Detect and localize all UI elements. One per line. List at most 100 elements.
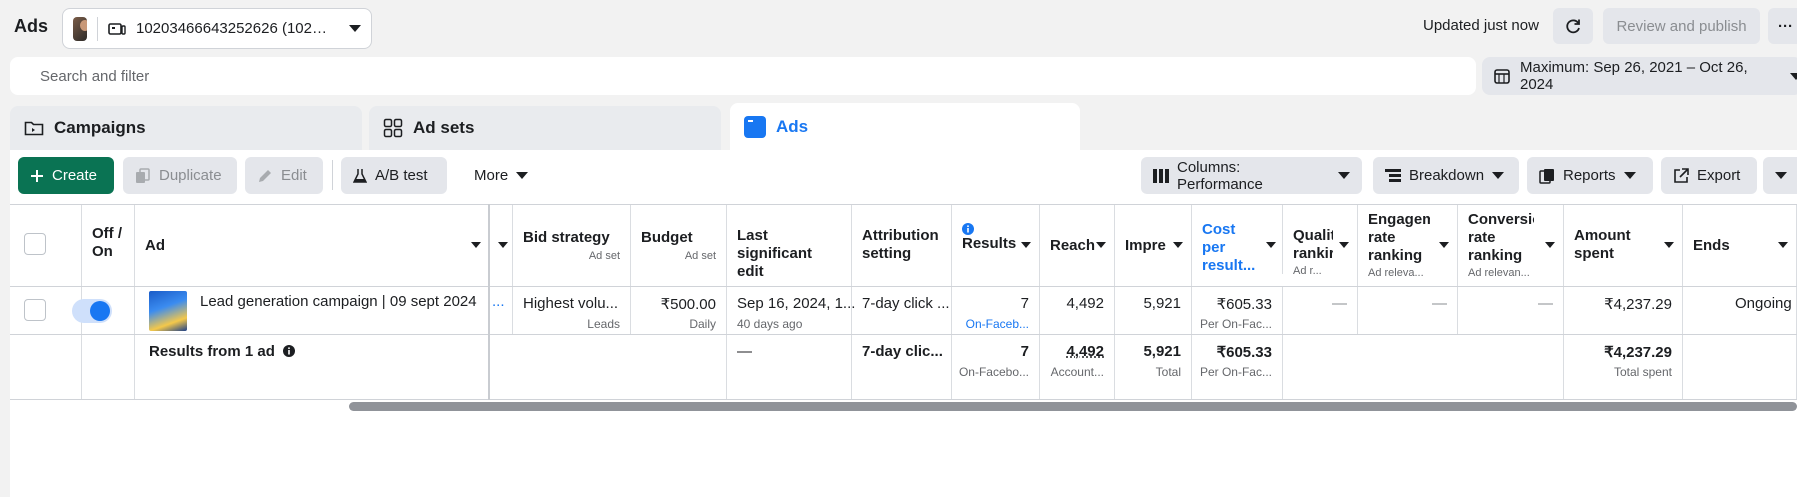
header-ad[interactable]: Ad [135,205,490,286]
totals-empty-cell [10,335,82,399]
header-label: Conversio rate ranking [1468,211,1534,264]
refresh-icon [1564,17,1582,35]
breakdown-icon [1385,168,1401,183]
totals-empty-cell [1283,335,1564,399]
select-all-checkbox[interactable] [24,233,46,255]
duplicate-button[interactable]: Duplicate [123,157,237,194]
ad-account-icon [108,20,126,38]
truncated-value: ... [492,293,505,310]
sort-caret-icon [1096,242,1106,248]
row-reach: 4,492 [1040,287,1115,334]
totals-label-text: Results from 1 ad [149,343,275,360]
attribution-value: 7-day click ... [862,295,950,312]
edit-button[interactable]: Edit [245,157,323,194]
header-label: Budget [641,229,693,246]
more-options-button[interactable]: ··· [1768,8,1797,44]
header-engagement-ranking[interactable]: Engageme rate ranking Ad releva... [1358,205,1458,286]
header-amount-spent[interactable]: Amount spent [1564,205,1683,286]
reports-icon [1539,168,1555,184]
sort-caret-icon [1664,242,1674,248]
results-sub[interactable]: On-Faceb... [966,317,1029,331]
amount-spent-value: ₹4,237.29 [1604,296,1672,313]
duplicate-label: Duplicate [159,167,222,184]
account-selector[interactable]: 10203466643252626 (102… [62,8,372,49]
ad-status-toggle[interactable] [72,299,112,323]
engagement-value: — [1432,295,1447,312]
header-cost-per-result[interactable]: Cost per result... [1192,205,1283,274]
row-amount-spent: ₹4,237.29 [1564,287,1683,334]
app-title: Ads [14,16,49,36]
date-range-picker[interactable]: Maximum: Sep 26, 2021 – Oct 26, 2024 [1482,57,1797,95]
header-quality-ranking[interactable]: Qualit rankir Ad r... [1283,205,1358,286]
header-impressions[interactable]: Impre [1115,205,1192,286]
header-label: Engageme rate ranking [1368,211,1430,264]
export-options-button[interactable] [1763,157,1797,194]
header-label: Ends [1693,237,1730,254]
tab-ad-sets[interactable]: Ad sets [369,106,721,150]
calendar-icon [1494,68,1510,84]
header-ends[interactable]: Ends [1683,205,1797,286]
horizontal-scrollbar[interactable] [349,402,1797,411]
totals-reach-value[interactable]: 4,492 [1066,343,1104,360]
header-hidden-column [490,205,513,286]
header-off-on: Off / On [82,205,135,286]
totals-attribution-value: 7-day clic... [862,343,943,360]
row-last-edit: Sep 16, 2024, 1... 40 days ago [727,287,856,334]
chevron-down-icon [516,172,529,179]
refresh-button[interactable] [1553,8,1593,44]
sort-caret-icon [1173,242,1183,248]
table-row[interactable]: Lead generation campaign | 09 sept 2024 … [10,287,1797,335]
row-engagement: — [1358,287,1458,334]
header-sublabel: Ad set [588,250,620,262]
breakdown-button[interactable]: Breakdown [1373,157,1519,194]
header-results[interactable]: Results [952,205,1040,286]
info-icon[interactable] [283,345,296,357]
search-input[interactable]: Search and filter [10,57,1476,95]
info-icon [962,223,1029,235]
row-quality: — [1283,287,1358,334]
account-avatar [73,16,88,41]
header-budget[interactable]: Budget Ad set [631,205,727,286]
header-last-significant-edit[interactable]: Last significant edit [727,205,852,286]
row-checkbox[interactable] [24,299,46,321]
row-conversion: — [1458,287,1564,334]
ad-name[interactable]: Lead generation campaign | 09 sept 2024 [200,293,477,310]
header-sublabel: Ad set [684,250,716,262]
tab-campaigns[interactable]: Campaigns [10,106,362,150]
cost-per-result-sub: Per On-Fac... [1199,317,1272,331]
more-button[interactable]: More [462,157,542,194]
ab-test-button[interactable]: A/B test [341,157,447,194]
row-ad-cell[interactable]: Lead generation campaign | 09 sept 2024 [135,287,490,334]
header-label: Impre [1125,237,1166,254]
toolbar-divider [332,160,333,190]
plus-icon [30,169,44,183]
row-ends: Ongoing [1683,287,1797,334]
header-reach[interactable]: Reach [1040,205,1115,286]
totals-attribution: 7-day clic... [852,335,952,399]
review-and-publish-button[interactable]: Review and publish [1603,8,1760,44]
totals-results-sub: On-Facebo... [958,365,1029,379]
row-impressions: 5,921 [1115,287,1192,334]
reach-value: 4,492 [1066,295,1104,312]
header-conversion-ranking[interactable]: Conversio rate ranking Ad relevan... [1458,205,1564,286]
sort-caret-icon [1021,242,1031,248]
header-label: Amount spent [1574,227,1631,262]
last-edit-value: Sep 16, 2024, 1... [737,295,856,312]
tab-ads[interactable]: Ads [730,103,1080,150]
totals-results-value: 7 [1020,343,1029,360]
ends-value: Ongoing [1735,295,1792,312]
export-button[interactable]: Export [1661,157,1757,194]
header-bid-strategy[interactable]: Bid strategy Ad set [513,205,631,286]
reports-label: Reports [1563,167,1616,184]
header-label: Qualit rankir [1293,227,1333,262]
reports-button[interactable]: Reports [1527,157,1653,194]
totals-reach: 4,492 Account... [1040,335,1115,399]
header-attribution-setting[interactable]: Attribution setting [852,205,952,286]
frozen-column-divider [488,204,490,400]
chevron-down-icon [1775,172,1787,179]
date-range-label: Maximum: Sep 26, 2021 – Oct 26, 2024 [1520,59,1748,93]
create-button[interactable]: Create [18,157,114,194]
columns-button[interactable]: Columns: Performance [1141,157,1362,194]
divider [97,16,98,41]
results-value: 7 [1020,295,1029,312]
